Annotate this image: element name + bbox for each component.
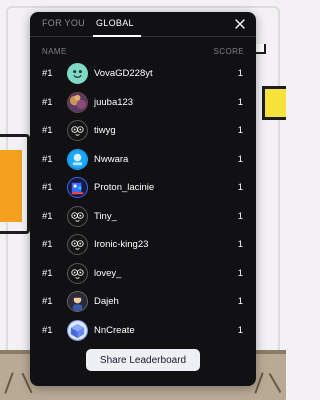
rank-label: #1 [42,239,53,250]
score-value: 1 [237,210,243,222]
username: Dajeh [94,296,119,307]
rank-label: #1 [42,96,53,108]
username: Proton_lacinie [94,182,155,193]
column-header-score: SCORE [213,47,244,56]
default-owl-avatar-icon [67,234,88,255]
leaderboard-row[interactable]: #1 Dajeh 1 [30,288,256,317]
rank-label: #1 [42,210,53,222]
rank-label: #1 [42,324,53,336]
character-avatar-icon [67,291,88,312]
leaderboard-row[interactable]: #1 tiwyg 1 [30,117,256,146]
leaderboard-row[interactable]: #1 Tiny_ 1 [30,203,256,232]
yellow-block [262,86,286,120]
leaderboard-row[interactable]: #1 VovaGD228yt 1 [30,60,256,89]
leaderboard-modal: FOR YOU GLOBAL NAME SCORE #1 VovaGD228yt… [30,12,256,386]
score-value: 1 [237,68,243,79]
tab-global[interactable]: GLOBAL [96,18,134,32]
column-header-name: NAME [42,47,67,56]
leaderboard-row[interactable]: #1 Nwwara 1 [30,146,256,175]
username: lovey_ [94,267,122,279]
rank-label: #1 [42,296,53,307]
username: juuba123 [94,96,134,108]
active-tab-indicator [93,35,141,37]
tab-for-you[interactable]: FOR YOU [42,18,85,32]
username: Tiny_ [94,210,117,222]
score-value: 1 [237,324,243,336]
leaderboard-row[interactable]: #1 Proton_lacinie 1 [30,174,256,203]
rank-label: #1 [42,125,53,136]
username: Nwwara [94,153,129,165]
close-icon[interactable] [232,16,248,32]
rank-label: #1 [42,153,53,165]
score-value: 1 [237,182,243,193]
leaderboard-row[interactable]: #1 lovey_ 1 [30,260,256,289]
username: NnCreate [94,324,135,336]
share-leaderboard-button[interactable]: Share Leaderboard [86,349,200,371]
leaderboard-tabs: FOR YOU GLOBAL [30,12,256,37]
score-value: 1 [237,296,243,307]
default-owl-avatar-icon [67,205,88,227]
score-value: 1 [237,267,243,279]
blue-avatar-icon [67,148,88,170]
leaderboard-row[interactable]: #1 NnCreate 1 [30,317,256,346]
leaderboard-list: #1 VovaGD228yt 1 #1 juuba123 1 #1 tiwyg … [30,60,256,345]
score-value: 1 [237,239,243,250]
username: VovaGD228yt [94,68,153,79]
username: tiwyg [94,125,116,136]
score-value: 1 [237,153,243,165]
photo-avatar-icon [67,91,88,113]
rank-label: #1 [42,182,53,193]
score-value: 1 [237,125,243,136]
leaderboard-row[interactable]: #1 Ironic-king23 1 [30,231,256,260]
rank-label: #1 [42,68,53,79]
rank-label: #1 [42,267,53,279]
orange-block [0,150,22,222]
mint-face-avatar-icon [67,63,88,84]
leaderboard-row[interactable]: #1 juuba123 1 [30,89,256,118]
ground-stick [268,372,282,394]
pixel-avatar-icon [67,177,88,198]
default-owl-avatar-icon [67,120,88,141]
ground-stick [4,372,14,394]
cube-avatar-icon [67,319,88,341]
username: Ironic-king23 [94,239,149,250]
score-value: 1 [237,96,243,108]
default-owl-avatar-icon [67,262,88,284]
